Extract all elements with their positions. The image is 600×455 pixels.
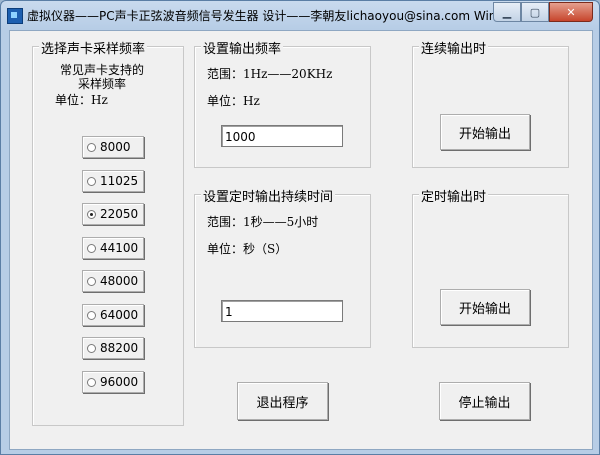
rate-option-44100[interactable]: 44100	[82, 237, 144, 259]
frequency-range: 范围：1Hz——20KHz	[207, 67, 333, 81]
client-area: 选择声卡采样频率 常见声卡支持的 采样频率 单位：Hz 8000 11025 2…	[9, 30, 593, 450]
rate-option-88200[interactable]: 88200	[82, 337, 144, 359]
radio-icon	[87, 276, 96, 286]
app-window: 虚拟仪器——PC声卡正弦波音频信号发生器 设计——李朝友lichaoyou@si…	[0, 0, 600, 455]
radio-icon	[87, 343, 96, 353]
rate-option-96000[interactable]: 96000	[82, 371, 144, 393]
radio-selected-icon	[87, 209, 96, 219]
frequency-input[interactable]: 1000	[221, 125, 343, 147]
stop-output-button[interactable]: 停止输出	[439, 382, 530, 420]
continuous-output-group: 连续输出时 开始输出	[412, 38, 569, 168]
frequency-unit: 单位：Hz	[207, 94, 260, 108]
timed-output-group: 定时输出时 开始输出	[412, 186, 569, 348]
rate-option-11025[interactable]: 11025	[82, 170, 144, 192]
window-title: 虚拟仪器——PC声卡正弦波音频信号发生器 设计——李朝友lichaoyou@si…	[27, 9, 507, 23]
close-button[interactable]: ✕	[549, 2, 593, 22]
radio-icon	[87, 310, 96, 320]
frequency-group: 设置输出频率 范围：1Hz——20KHz 单位：Hz 1000	[194, 38, 371, 168]
app-icon	[7, 8, 23, 24]
title-bar[interactable]: 虚拟仪器——PC声卡正弦波音频信号发生器 设计——李朝友lichaoyou@si…	[1, 1, 599, 29]
frequency-group-title: 设置输出频率	[201, 38, 284, 57]
sample-rate-unit: 单位：Hz	[55, 93, 108, 107]
rate-option-label: 22050	[100, 207, 139, 221]
exit-button[interactable]: 退出程序	[237, 382, 328, 420]
close-icon: ✕	[566, 5, 576, 19]
rate-option-label: 64000	[100, 308, 139, 322]
sample-rate-group: 选择声卡采样频率 常见声卡支持的 采样频率 单位：Hz 8000 11025 2…	[32, 38, 184, 426]
radio-icon	[87, 243, 96, 253]
rate-option-label: 11025	[100, 174, 139, 188]
rate-option-label: 8000	[100, 140, 131, 154]
continuous-group-title: 连续输出时	[419, 38, 489, 57]
rate-option-64000[interactable]: 64000	[82, 304, 144, 326]
duration-unit: 单位：秒（S）	[207, 242, 288, 256]
minimize-button[interactable]: ▁	[493, 2, 521, 22]
timed-start-button[interactable]: 开始输出	[440, 289, 530, 325]
rate-option-22050[interactable]: 22050	[82, 203, 144, 225]
timed-group-title: 定时输出时	[419, 186, 489, 205]
minimize-icon: ▁	[502, 5, 512, 19]
duration-range: 范围：1秒——5小时	[207, 215, 319, 229]
maximize-icon: ▢	[529, 5, 541, 19]
radio-icon	[87, 176, 96, 186]
duration-group-title: 设置定时输出持续时间	[201, 186, 336, 205]
duration-input[interactable]: 1	[221, 300, 343, 322]
radio-icon	[87, 377, 96, 387]
continuous-start-button[interactable]: 开始输出	[440, 114, 530, 150]
duration-group: 设置定时输出持续时间 范围：1秒——5小时 单位：秒（S） 1	[194, 186, 371, 348]
rate-option-8000[interactable]: 8000	[82, 136, 144, 158]
rate-option-label: 96000	[100, 375, 139, 389]
rate-option-48000[interactable]: 48000	[82, 270, 144, 292]
radio-icon	[87, 142, 96, 152]
maximize-button[interactable]: ▢	[521, 2, 549, 22]
rate-option-label: 48000	[100, 274, 139, 288]
rate-option-label: 88200	[100, 341, 139, 355]
sample-rate-desc-line-1: 常见声卡支持的	[59, 63, 144, 77]
sample-rate-desc-line-2: 采样频率	[77, 77, 126, 91]
sample-rate-group-title: 选择声卡采样频率	[39, 38, 148, 57]
rate-option-label: 44100	[100, 241, 139, 255]
